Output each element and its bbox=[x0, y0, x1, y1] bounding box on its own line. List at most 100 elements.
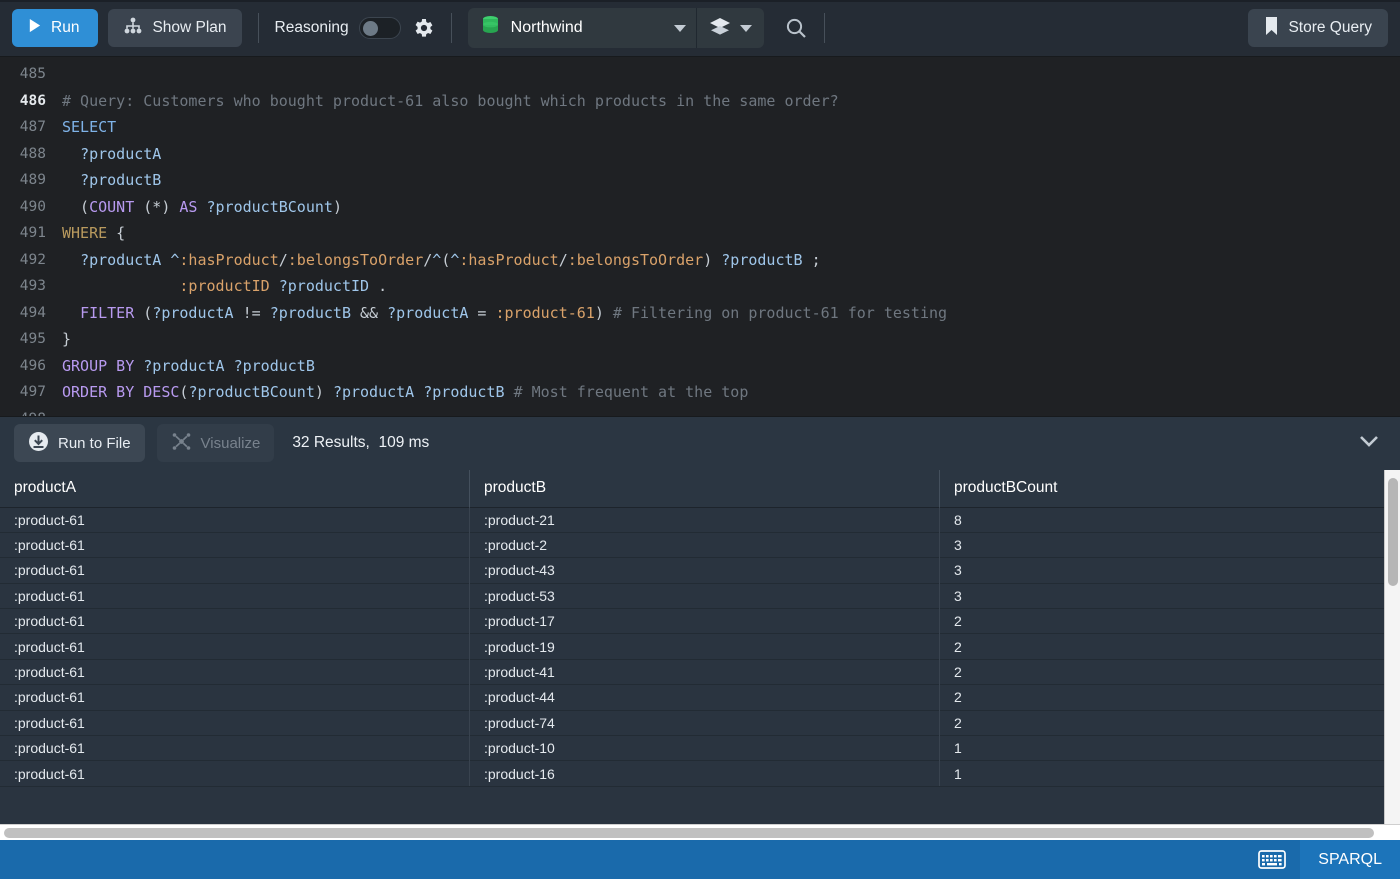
code-token: AS bbox=[179, 197, 198, 216]
code-token: # Filtering on product-61 for testing bbox=[612, 303, 948, 322]
table-row[interactable]: :product-61:product-43 3 bbox=[0, 557, 1400, 584]
language-mode-label: SPARQL bbox=[1318, 850, 1382, 868]
table-cell[interactable]: :product-21 bbox=[470, 507, 940, 533]
table-cell[interactable]: :product-61 bbox=[0, 557, 470, 584]
table-row[interactable]: :product-61:product-44 2 bbox=[0, 684, 1400, 711]
table-row[interactable]: :product-61:product-53 3 bbox=[0, 583, 1400, 610]
code-token: :belongsToOrder bbox=[567, 250, 704, 269]
table-cell[interactable]: 1 bbox=[940, 761, 1383, 786]
table-cell[interactable]: 2 bbox=[940, 710, 1383, 735]
reasoning-toggle[interactable] bbox=[358, 17, 401, 39]
table-cell[interactable]: :product-61 bbox=[0, 735, 470, 761]
reasoning-label: Reasoning bbox=[274, 19, 349, 36]
collapse-results-chevron-down-icon[interactable] bbox=[1352, 428, 1386, 459]
code-token: ( bbox=[62, 197, 90, 216]
table-cell[interactable]: :product-61 bbox=[0, 684, 470, 711]
table-row[interactable]: :product-61:product-19 2 bbox=[0, 633, 1400, 660]
table-cell[interactable]: :product-61 bbox=[0, 710, 470, 736]
table-cell[interactable]: :product-74 bbox=[470, 710, 940, 736]
run-to-file-button[interactable]: Run to File bbox=[14, 424, 145, 462]
column-header[interactable]: productA bbox=[0, 469, 470, 507]
visualize-button[interactable]: Visualize bbox=[156, 424, 275, 462]
code-token: ?productB bbox=[233, 356, 315, 375]
query-editor[interactable]: 485 486 # Query: Customers who bought prod… bbox=[0, 57, 1400, 416]
code-line[interactable]: 485 bbox=[0, 61, 1400, 88]
table-cell[interactable]: :product-17 bbox=[470, 608, 940, 634]
table-cell[interactable]: :product-41 bbox=[470, 659, 940, 685]
code-line[interactable]: 486 # Query: Customers who bought product… bbox=[0, 88, 1400, 115]
toolbar-divider-1 bbox=[257, 13, 259, 43]
code-line[interactable]: 497 ORDER BY DESC(?productBCount) ?produc… bbox=[0, 379, 1400, 406]
code-token: ) bbox=[703, 250, 713, 269]
results-horizontal-scrollbar-thumb[interactable] bbox=[4, 828, 1374, 838]
table-cell[interactable]: 2 bbox=[940, 634, 1383, 659]
layers-button[interactable] bbox=[697, 8, 764, 48]
table-cell[interactable]: :product-61 bbox=[0, 608, 470, 634]
code-token: ?productB bbox=[423, 383, 505, 402]
table-cell[interactable]: 3 bbox=[940, 532, 1383, 557]
line-number: 494 bbox=[19, 304, 46, 321]
table-cell[interactable]: :product-10 bbox=[470, 735, 940, 761]
table-cell[interactable]: :product-16 bbox=[470, 760, 940, 787]
code-line[interactable]: 496 GROUP BY ?productA ?productB bbox=[0, 353, 1400, 380]
table-cell[interactable]: 8 bbox=[940, 507, 1383, 532]
table-cell[interactable]: :product-61 bbox=[0, 659, 470, 685]
table-row[interactable]: :product-61:product-10 1 bbox=[0, 735, 1400, 762]
table-cell[interactable]: 2 bbox=[940, 659, 1383, 684]
table-row[interactable]: :product-61:product-74 2 bbox=[0, 710, 1400, 737]
table-row[interactable]: :product-61:product-21 8 bbox=[0, 507, 1400, 533]
table-cell[interactable]: :product-61 bbox=[0, 583, 470, 609]
results-horizontal-scrollbar[interactable] bbox=[0, 824, 1400, 840]
search-icon[interactable] bbox=[784, 16, 808, 40]
code-line[interactable]: 498 bbox=[0, 406, 1400, 416]
table-cell[interactable]: 3 bbox=[940, 583, 1383, 608]
table-row[interactable]: :product-61:product-41 2 bbox=[0, 659, 1400, 686]
table-cell[interactable]: :product-2 bbox=[470, 532, 940, 558]
table-cell[interactable]: 2 bbox=[940, 609, 1383, 634]
code-token: ?productA bbox=[332, 383, 415, 402]
table-cell[interactable]: :product-19 bbox=[470, 633, 940, 660]
column-header[interactable]: productBCount bbox=[940, 470, 1383, 508]
code-line[interactable]: 492 ?productA ^:hasProduct/:belongsToOrd… bbox=[0, 247, 1400, 274]
table-cell[interactable]: :product-61 bbox=[0, 633, 470, 660]
code-line[interactable]: 491 WHERE { bbox=[0, 220, 1400, 247]
code-line[interactable]: 493 :productID ?productID . bbox=[0, 273, 1400, 300]
table-cell[interactable]: 3 bbox=[940, 558, 1383, 583]
show-plan-button[interactable]: Show Plan bbox=[108, 9, 242, 47]
table-row[interactable]: :product-61:product-16 1 bbox=[0, 760, 1400, 787]
table-cell[interactable]: :product-61 bbox=[0, 507, 470, 533]
gear-icon[interactable] bbox=[411, 16, 435, 40]
table-cell[interactable]: :product-61 bbox=[0, 532, 470, 558]
code-token: != bbox=[233, 303, 270, 322]
code-token: ( bbox=[441, 250, 451, 269]
database-select[interactable]: Northwind bbox=[468, 8, 696, 48]
table-row[interactable]: :product-61:product-17 2 bbox=[0, 608, 1400, 635]
code-token: ) bbox=[332, 197, 342, 216]
code-line[interactable]: 488 ?productA bbox=[0, 141, 1400, 168]
code-line[interactable]: 494 FILTER (?productA != ?productB && ?p… bbox=[0, 300, 1400, 327]
table-cell[interactable]: :product-44 bbox=[470, 684, 940, 711]
table-cell[interactable]: :product-61 bbox=[0, 760, 470, 787]
results-vertical-scrollbar[interactable] bbox=[1384, 469, 1400, 824]
run-button[interactable]: Run bbox=[12, 9, 99, 47]
code-line[interactable]: 487 SELECT bbox=[0, 114, 1400, 141]
keyboard-icon[interactable] bbox=[1244, 840, 1300, 879]
table-row[interactable]: :product-61:product-2 3 bbox=[0, 532, 1400, 559]
database-icon bbox=[481, 15, 500, 42]
code-line[interactable]: 490 (COUNT (*) AS ?productBCount) bbox=[0, 194, 1400, 221]
run-button-label: Run bbox=[51, 19, 80, 36]
table-cell[interactable]: :product-43 bbox=[470, 557, 940, 584]
column-header[interactable]: productB bbox=[470, 469, 940, 507]
table-cell[interactable]: 2 bbox=[940, 685, 1383, 710]
code-line[interactable]: 489 ?productB bbox=[0, 167, 1400, 194]
code-token: { bbox=[107, 224, 126, 243]
language-mode-button[interactable]: SPARQL bbox=[1300, 840, 1400, 879]
results-vertical-scrollbar-thumb[interactable] bbox=[1388, 477, 1398, 586]
line-number: 487 bbox=[19, 119, 46, 136]
code-line[interactable]: 495} bbox=[0, 326, 1400, 353]
table-cell[interactable]: :product-53 bbox=[470, 583, 940, 609]
store-query-button[interactable]: Store Query bbox=[1248, 9, 1388, 47]
table-cell[interactable]: 1 bbox=[940, 736, 1383, 761]
